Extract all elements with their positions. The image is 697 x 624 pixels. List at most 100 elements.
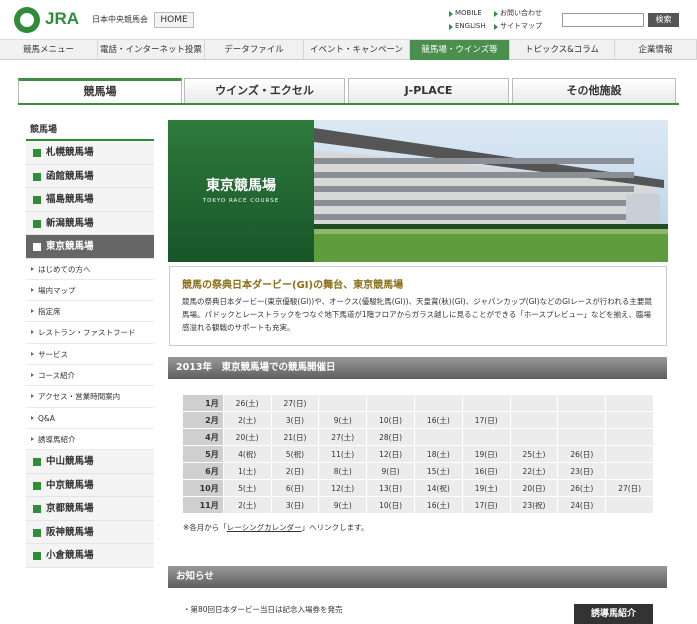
schedule-day: 5(祝) bbox=[270, 446, 319, 463]
schedule-day bbox=[605, 429, 654, 446]
brand-name[interactable]: JRA bbox=[45, 9, 79, 29]
schedule-month[interactable]: 6月 bbox=[183, 463, 223, 480]
schedule-day bbox=[557, 412, 606, 429]
sidebar-heading: 競馬場 bbox=[26, 121, 154, 141]
tab-racecourse[interactable]: 競馬場 bbox=[18, 78, 182, 104]
schedule-day: 21(日) bbox=[270, 429, 319, 446]
sidebar-item-chukyo[interactable]: 中京競馬場 bbox=[26, 473, 154, 498]
schedule-month[interactable]: 11月 bbox=[183, 497, 223, 514]
schedule-day: 8(土) bbox=[318, 463, 367, 480]
schedule-day: 28(日) bbox=[366, 429, 414, 446]
tab-wins[interactable]: ウインズ・エクセル bbox=[184, 78, 345, 104]
nav-keiba-menu[interactable]: 競馬メニュー bbox=[0, 40, 98, 60]
hero-subtitle: TOKYO RACE COURSE bbox=[202, 198, 280, 204]
english-link[interactable]: ENGLISH bbox=[449, 21, 486, 32]
schedule-day bbox=[605, 412, 654, 429]
schedule-month[interactable]: 5月 bbox=[183, 446, 223, 463]
schedule-day bbox=[509, 395, 558, 412]
schedule-month[interactable]: 1月 bbox=[183, 395, 223, 412]
schedule-day: 9(土) bbox=[318, 412, 367, 429]
schedule-day: 11(土) bbox=[318, 446, 367, 463]
mobile-link[interactable]: MOBILE bbox=[449, 8, 482, 19]
schedule-row: 6月 1(土) 2(日) 8(土) 9(日) 15(土) 16(日) 22(土) 23(日) bbox=[183, 463, 654, 480]
sidebar-item-hanshin[interactable]: 阪神競馬場 bbox=[26, 520, 154, 545]
sidebar-item-kokura[interactable]: 小倉競馬場 bbox=[26, 544, 154, 568]
sidebar-item-niigata[interactable]: 新潟競馬場 bbox=[26, 211, 154, 235]
schedule-day: 26(土) bbox=[557, 480, 606, 497]
nav-data-file[interactable]: データファイル bbox=[205, 40, 304, 60]
sidebar-item-sapporo[interactable]: 札幌競馬場 bbox=[26, 141, 154, 165]
jra-logo-icon[interactable] bbox=[14, 7, 40, 33]
schedule-day: 10(日) bbox=[366, 412, 414, 429]
schedule-day: 10(日) bbox=[366, 497, 414, 514]
nav-topics[interactable]: トピックス&コラム bbox=[510, 40, 615, 60]
schedule-day: 2(土) bbox=[222, 497, 271, 514]
schedule-day: 19(日) bbox=[461, 446, 510, 463]
sidebar-item-nakayama[interactable]: 中山競馬場 bbox=[26, 450, 154, 474]
schedule-day: 16(土) bbox=[413, 412, 462, 429]
schedule-day bbox=[605, 463, 654, 480]
sidebar-sub-access[interactable]: アクセス・営業時間案内 bbox=[26, 386, 154, 408]
sidebar-sub-seats[interactable]: 指定席 bbox=[26, 301, 154, 323]
schedule-day: 16(土) bbox=[413, 497, 462, 514]
sidebar: 競馬場 札幌競馬場 函館競馬場 福島競馬場 新潟競馬場 東京競馬場 はじめての方… bbox=[26, 121, 154, 568]
sidebar-sub-course[interactable]: コース紹介 bbox=[26, 365, 154, 387]
schedule-month[interactable]: 2月 bbox=[183, 412, 223, 429]
sidebar-item-hakodate[interactable]: 函館競馬場 bbox=[26, 164, 154, 188]
search-input[interactable] bbox=[562, 13, 644, 27]
schedule-day: 19(土) bbox=[461, 480, 510, 497]
nav-corporate[interactable]: 企業情報 bbox=[615, 40, 697, 60]
tab-j-place[interactable]: J-PLACE bbox=[348, 78, 509, 104]
sidebar-sub-beginners[interactable]: はじめての方へ bbox=[26, 259, 154, 280]
grandstand-photo bbox=[314, 120, 668, 262]
schedule-day: 18(土) bbox=[413, 446, 462, 463]
search-button[interactable]: 検索 bbox=[648, 13, 679, 27]
sidebar-sub-qa[interactable]: Q&A bbox=[26, 408, 154, 429]
sidebar-item-fukushima[interactable]: 福島競馬場 bbox=[26, 188, 154, 212]
schedule-day bbox=[413, 395, 462, 412]
hero-title-panel: 東京競馬場 TOKYO RACE COURSE bbox=[168, 120, 314, 262]
schedule-month[interactable]: 4月 bbox=[183, 429, 223, 446]
schedule-row: 1月 26(土) 27(日) bbox=[183, 395, 654, 412]
tab-other-facilities[interactable]: その他施設 bbox=[512, 78, 676, 104]
racing-calendar-link[interactable]: レーシングカレンダー bbox=[227, 523, 302, 532]
nav-voting[interactable]: 電話・インターネット投票 bbox=[98, 40, 205, 60]
sidebar-sub-lead-horses[interactable]: 誘導馬紹介 bbox=[26, 429, 154, 451]
home-button[interactable]: HOME bbox=[154, 12, 194, 28]
schedule-row: 5月 4(祝) 5(祝) 11(土) 12(日) 18(土) 19(日) 25(土) 26(日) bbox=[183, 446, 654, 463]
hero-title: 東京競馬場 bbox=[206, 178, 276, 194]
schedule-day: 16(日) bbox=[461, 463, 510, 480]
schedule-table: 1月 26(土) 27(日) 2月 2(土) 3(日) 9(土) 10(日) 16(土) 17(日… bbox=[183, 395, 654, 514]
schedule-day: 27(日) bbox=[605, 480, 654, 497]
schedule-day: 12(土) bbox=[318, 480, 367, 497]
schedule-day bbox=[461, 395, 510, 412]
sitemap-link[interactable]: サイトマップ bbox=[494, 21, 542, 32]
schedule-note: ※各月から「レーシングカレンダー」へリンクします。 bbox=[183, 522, 368, 533]
schedule-month[interactable]: 10月 bbox=[183, 480, 223, 497]
schedule-day: 2(土) bbox=[222, 412, 271, 429]
news-item[interactable]: ・第80回日本ダービー当日は記念入場券を発売 bbox=[183, 604, 343, 615]
sidebar-item-tokyo[interactable]: 東京競馬場 bbox=[26, 235, 154, 259]
schedule-day: 27(土) bbox=[318, 429, 367, 446]
tab-underline bbox=[18, 103, 679, 105]
schedule-day: 24(日) bbox=[557, 497, 606, 514]
schedule-row: 11月 2(土) 3(日) 9(土) 10(日) 16(土) 17(日) 23(祝) 24(日) bbox=[183, 497, 654, 514]
nav-events[interactable]: イベント・キャンペーン bbox=[304, 40, 410, 60]
intro-box: 競馬の祭典日本ダービー(GI)の舞台、東京競馬場 競馬の祭典日本ダービー(東京優… bbox=[169, 266, 667, 346]
schedule-day bbox=[605, 446, 654, 463]
schedule-day bbox=[557, 429, 606, 446]
sidebar-item-kyoto[interactable]: 京都競馬場 bbox=[26, 497, 154, 521]
site-header: JRA 日本中央競馬会 HOME MOBILE お問い合わせ ENGLISH サ… bbox=[0, 0, 697, 40]
global-nav: 競馬メニュー 電話・インターネット投票 データファイル イベント・キャンペーン … bbox=[0, 40, 697, 60]
sidebar-sub-services[interactable]: サービス bbox=[26, 344, 154, 365]
news-heading: お知らせ bbox=[168, 566, 667, 588]
sidebar-sub-map[interactable]: 場内マップ bbox=[26, 280, 154, 302]
contact-link[interactable]: お問い合わせ bbox=[494, 8, 542, 19]
schedule-day: 3(日) bbox=[270, 497, 319, 514]
nav-racecourses[interactable]: 競馬場・ウインズ等 bbox=[410, 40, 510, 60]
lead-horse-banner[interactable]: 誘導馬紹介 bbox=[574, 604, 653, 624]
schedule-day: 12(日) bbox=[366, 446, 414, 463]
sidebar-sub-restaurants[interactable]: レストラン・ファストフード bbox=[26, 322, 154, 344]
schedule-row: 2月 2(土) 3(日) 9(土) 10(日) 16(土) 17(日) bbox=[183, 412, 654, 429]
schedule-day: 20(日) bbox=[509, 480, 558, 497]
